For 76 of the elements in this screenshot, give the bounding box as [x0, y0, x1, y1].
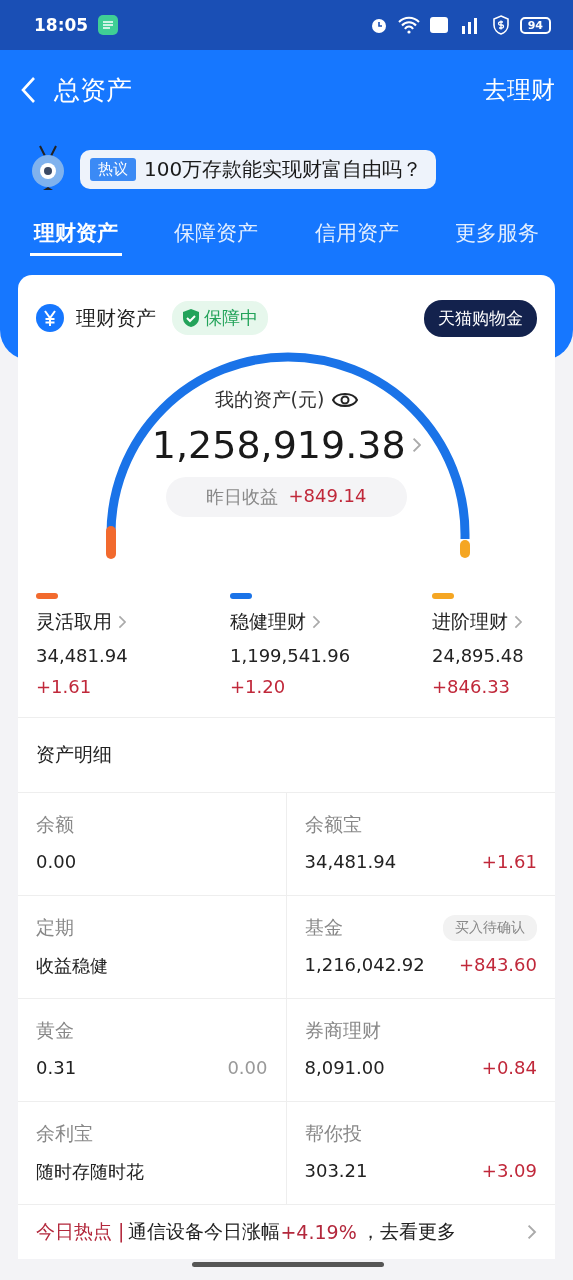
notes-app-icon — [98, 15, 119, 35]
category-change: +846.33 — [432, 676, 512, 697]
news-text: ，去看更多 — [360, 1219, 456, 1244]
category-value: 34,481.94 — [36, 645, 129, 666]
shield-check-icon — [182, 308, 200, 328]
asset-value: 1,216,042.92 — [304, 954, 425, 975]
asset-label: 我的资产(元) — [214, 387, 325, 412]
card-title: 理财资产 — [76, 304, 156, 332]
asset-label: 帮你投 — [304, 1121, 362, 1146]
category-label[interactable]: 灵活取用 — [36, 609, 112, 635]
asset-label: 券商理财 — [304, 1018, 381, 1043]
asset-value: 0.31 — [36, 1057, 77, 1078]
chevron-right-icon — [514, 615, 523, 629]
alarm-icon — [369, 16, 388, 34]
yuan-icon — [36, 304, 64, 332]
asset-change: +3.09 — [481, 1160, 537, 1181]
asset-cell[interactable]: 黄金 0.31 0.00 — [18, 999, 287, 1102]
category-tab[interactable]: 保障资产 — [170, 212, 263, 256]
asset-label: 余额宝 — [304, 812, 362, 837]
category-change: +1.61 — [36, 676, 93, 697]
invest-link[interactable]: 去理财 — [483, 74, 555, 106]
asset-value: 8,091.00 — [304, 1057, 385, 1078]
news-label: 今日热点 | — [36, 1219, 125, 1245]
asset-cell[interactable]: 券商理财 8,091.00 +0.84 — [286, 999, 555, 1102]
yesterday-label: 昨日收益 — [206, 485, 279, 509]
asset-label: 余利宝 — [36, 1121, 93, 1146]
asset-label: 基金 — [304, 915, 343, 940]
asset-value: 随时存随时花 — [36, 1160, 144, 1184]
asset-cell[interactable]: 基金 买入待确认 1,216,042.92 +843.60 — [286, 896, 555, 999]
hot-topic-text: 100万存款能实现财富自由吗？ — [144, 155, 423, 183]
hot-topic-banner[interactable]: 热议 100万存款能实现财富自由吗？ — [80, 149, 437, 189]
section-title: 资产明细 — [18, 718, 555, 793]
asset-value: 303.21 — [304, 1160, 368, 1181]
asset-label: 余额 — [36, 812, 74, 837]
status-pill: 买入待确认 — [443, 915, 537, 941]
asset-change: +843.60 — [458, 954, 537, 975]
asset-value: 34,481.94 — [304, 851, 397, 872]
yesterday-income: +849.14 — [288, 485, 367, 508]
wifi-icon — [397, 16, 420, 34]
chevron-right-icon — [411, 437, 422, 453]
asset-cell[interactable]: 余利宝 随时存随时花 — [18, 1102, 287, 1205]
category-change: +1.20 — [230, 676, 287, 697]
badge-text: 保障中 — [204, 306, 258, 330]
asset-label: 黄金 — [36, 1018, 74, 1043]
news-row[interactable]: 今日热点 | 通信设备今日涨幅+4.19% ，去看更多 — [18, 1205, 555, 1259]
asset-cell[interactable]: 帮你投 303.21 +3.09 — [286, 1102, 555, 1205]
category-tab[interactable]: 理财资产 — [30, 212, 123, 256]
chevron-right-icon — [527, 1224, 537, 1240]
asset-change: +0.84 — [481, 1057, 537, 1078]
category-value: 24,895.48 — [432, 645, 525, 666]
eye-icon[interactable] — [332, 391, 359, 409]
asset-value: 收益稳健 — [36, 954, 108, 978]
category-tab[interactable]: 更多服务 — [450, 212, 543, 256]
shield-dollar-icon — [491, 15, 510, 35]
news-text: 通信设备今日涨幅 — [128, 1219, 281, 1244]
battery-level: 94 — [519, 16, 551, 34]
category-value: 1,199,541.96 — [230, 645, 352, 666]
asset-cell[interactable]: 余额 0.00 — [18, 793, 287, 896]
asset-cell[interactable]: 余额宝 34,481.94 +1.61 — [286, 793, 555, 896]
news-change: +4.19% — [280, 1221, 357, 1243]
asset-value: 0.00 — [36, 851, 77, 872]
asset-cell[interactable]: 定期 收益稳健 — [18, 896, 287, 999]
hot-tag: 热议 — [90, 157, 136, 181]
asset-change: 0.00 — [227, 1057, 268, 1078]
status-time: 18:05 — [34, 15, 89, 35]
page-title: 总资产 — [54, 73, 132, 107]
asset-label: 定期 — [36, 915, 74, 940]
chevron-right-icon — [118, 615, 127, 629]
chevron-right-icon — [312, 615, 321, 629]
category-label[interactable]: 进阶理财 — [432, 609, 508, 635]
promo-button[interactable]: 天猫购物金 — [424, 299, 537, 337]
category-tab[interactable]: 信用资产 — [310, 212, 403, 256]
total-assets: 1,258,919.38 — [151, 423, 406, 467]
asset-change: +1.61 — [481, 851, 537, 872]
category-label[interactable]: 稳健理财 — [230, 609, 306, 635]
back-icon[interactable] — [20, 76, 36, 104]
